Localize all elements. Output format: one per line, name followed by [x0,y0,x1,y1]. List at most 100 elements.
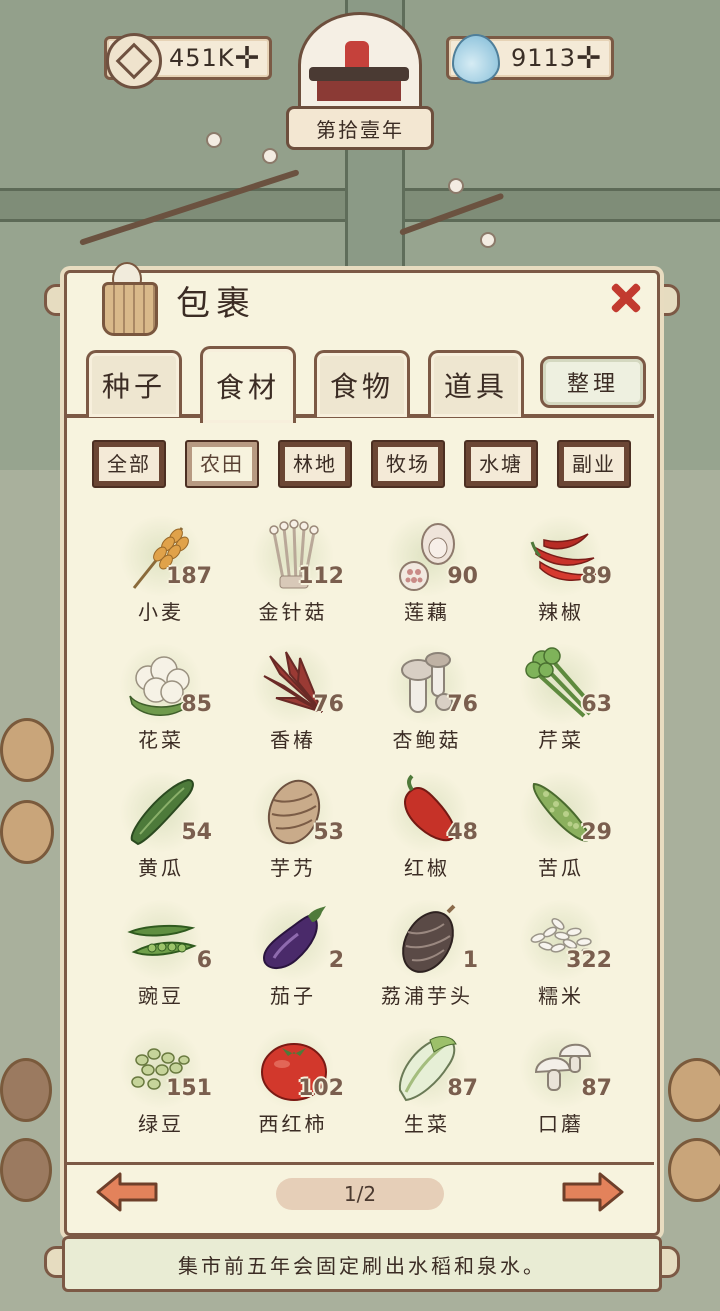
item-count: 85 [181,692,212,717]
barrel-decoration [0,1138,52,1202]
item-name: 香椿 [270,728,316,752]
item-slot-cauliflower[interactable]: 85 花菜 [96,636,226,762]
item-name: 莲藕 [404,600,450,624]
next-page-button[interactable] [562,1172,624,1212]
item-slot-red-pepper[interactable]: 48 红椒 [362,764,492,890]
item-count: 87 [447,1076,478,1101]
item-slot-lettuce[interactable]: 87 生菜 [362,1020,492,1146]
page-indicator: 1/2 [276,1178,444,1210]
item-count: 112 [298,564,344,589]
item-slot-tomato[interactable]: 102 西红柿 [228,1020,358,1146]
coin-icon [106,33,162,89]
basket-decoration [668,1138,720,1202]
filter-label: 牧场 [378,447,438,481]
tab-seeds[interactable]: 种子 [86,350,182,417]
lipu-taro-icon [402,904,456,973]
filter-pond[interactable]: 水塘 [464,440,538,488]
item-count: 87 [581,1076,612,1101]
item-name: 口蘑 [538,1112,584,1136]
water-value: 9113 [511,44,577,72]
item-count: 54 [181,820,212,845]
item-name: 苦瓜 [538,856,584,880]
tip-text: 集市前五年会固定刷出水稻和泉水。 [178,1253,546,1278]
tab-tools[interactable]: 道具 [428,350,524,417]
item-slot-pea[interactable]: 6 豌豆 [96,892,226,1018]
tab-food[interactable]: 食物 [314,350,410,417]
item-slot-mung-bean[interactable]: 151 绿豆 [96,1020,226,1146]
item-slot-celery[interactable]: 63 芹菜 [496,636,626,762]
item-slot-glutinous-rice[interactable]: 322 糯米 [496,892,626,1018]
item-slot-lipu-taro[interactable]: 1 荔浦芋头 [362,892,492,1018]
close-button[interactable] [606,278,646,318]
item-count: 2 [328,948,344,973]
add-water-button[interactable]: ✛ [576,41,601,76]
item-name: 金针菇 [258,600,328,624]
item-slot-enoki[interactable]: 112 金针菇 [228,508,358,634]
year-label: 第拾壹年 [286,106,434,150]
item-name: 西红柿 [258,1112,328,1136]
item-count: 187 [166,564,212,589]
item-slot-eggplant[interactable]: 2 茄子 [228,892,358,1018]
item-name: 辣椒 [538,600,584,624]
item-slot-taro[interactable]: 53 芋艿 [228,764,358,890]
item-slot-chili[interactable]: 89 辣椒 [496,508,626,634]
blossom-decoration [206,132,222,148]
add-coins-button[interactable]: ✛ [235,41,260,76]
item-slot-wheat[interactable]: 187 小麦 [96,508,226,634]
item-slot-cucumber[interactable]: 54 黄瓜 [96,764,226,890]
item-name: 芋艿 [270,856,316,880]
item-count: 29 [581,820,612,845]
filter-label: 全部 [99,447,159,481]
filter-ranch[interactable]: 牧场 [371,440,445,488]
coin-value: 451K [169,44,235,72]
season-emblem [298,12,422,118]
sort-label: 整理 [566,372,619,397]
item-name: 糯米 [538,984,584,1008]
item-slot-toon-sprout[interactable]: 76 香椿 [228,636,358,762]
item-count: 63 [581,692,612,717]
prev-page-button[interactable] [96,1172,158,1212]
item-count: 90 [447,564,478,589]
blossom-decoration [448,178,464,194]
panel-title: 包裹 [176,284,256,324]
item-name: 茄子 [270,984,316,1008]
item-count: 102 [298,1076,344,1101]
item-slot-king-oyster[interactable]: 76 杏鲍菇 [362,636,492,762]
item-count: 48 [447,820,478,845]
tab-ingredients[interactable]: 食材 [200,346,296,423]
item-name: 绿豆 [138,1112,184,1136]
basket-decoration [0,718,54,782]
barrel-decoration [0,1058,52,1122]
item-name: 荔浦芋头 [381,984,473,1008]
item-slot-bitter-melon[interactable]: 29 苦瓜 [496,764,626,890]
item-count: 151 [166,1076,212,1101]
item-count: 53 [313,820,344,845]
item-name: 小麦 [138,600,184,624]
filter-woodland[interactable]: 林地 [278,440,352,488]
tab-label: 种子 [101,370,166,403]
filter-label: 农田 [192,447,252,481]
filter-farmland[interactable]: 农田 [185,440,259,488]
item-name: 芹菜 [538,728,584,752]
basket-icon [96,260,158,336]
tip-banner: 集市前五年会固定刷出水稻和泉水。 [62,1236,662,1292]
blossom-decoration [480,232,496,248]
item-name: 黄瓜 [138,856,184,880]
tab-label: 食物 [329,370,394,403]
item-slot-lotus-root[interactable]: 90 莲藕 [362,508,492,634]
item-count: 76 [313,692,344,717]
item-name: 豌豆 [138,984,184,1008]
filter-sideline[interactable]: 副业 [557,440,631,488]
item-count: 89 [581,564,612,589]
item-name: 花菜 [138,728,184,752]
item-slot-button-mushroom[interactable]: 87 口蘑 [496,1020,626,1146]
filter-label: 林地 [285,447,345,481]
filter-label: 副业 [564,447,624,481]
item-count: 1 [462,948,478,973]
tab-label: 食材 [215,371,280,404]
item-count: 322 [566,948,612,973]
filter-all[interactable]: 全部 [92,440,166,488]
sort-button[interactable]: 整理 [540,356,646,408]
eggplant-icon [262,906,326,969]
item-name: 杏鲍菇 [392,728,462,752]
